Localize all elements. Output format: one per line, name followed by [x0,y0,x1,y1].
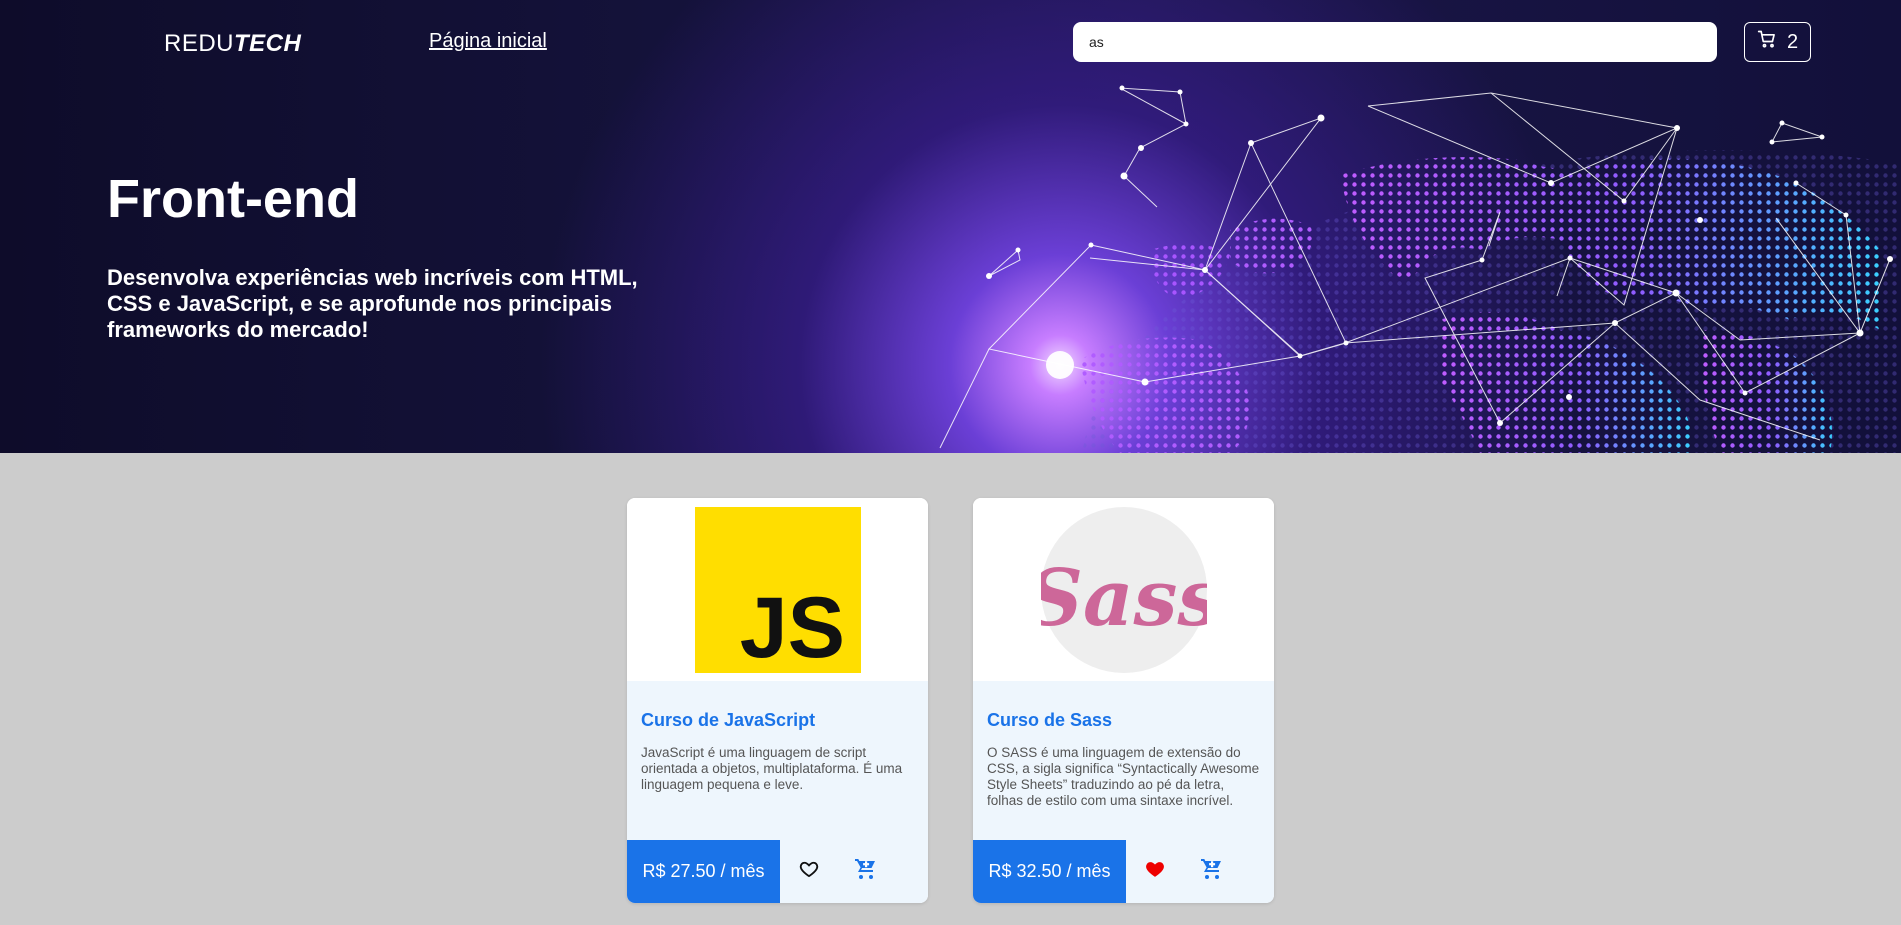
logo-text-redu: REDU [164,30,235,57]
heart-icon [799,859,819,884]
cart-count: 2 [1786,30,1799,53]
course-thumbnail: Sass [973,498,1274,681]
price-button[interactable]: R$ 27.50 / mês [627,840,780,903]
course-thumbnail: JS [627,498,928,681]
course-title[interactable]: Curso de JavaScript [641,710,815,731]
cart-button[interactable]: 2 [1744,22,1811,62]
price-button[interactable]: R$ 32.50 / mês [973,840,1126,903]
course-description: JavaScript é uma linguagem de script ori… [641,745,903,792]
hero-banner: REDUTECH Página inicial 2 Front-end Dese… [0,0,1901,453]
course-title[interactable]: Curso de Sass [987,710,1112,731]
add-to-cart-button[interactable] [1183,840,1240,903]
course-card-sass: Sass Curso de Sass O SASS é uma linguage… [973,498,1274,903]
search-input[interactable] [1073,22,1717,62]
sass-logo-text: Sass [1041,553,1207,644]
logo-text-tech: TECH [234,30,302,57]
course-description: O SASS é uma linguagem de extensão do CS… [987,745,1260,808]
nav-home-link[interactable]: Página inicial [429,30,547,53]
cart-icon [1757,29,1777,55]
add-to-cart-button[interactable] [837,840,894,903]
sass-logo: Sass [1040,506,1207,673]
add-to-cart-icon [1200,857,1224,886]
javascript-logo: JS [694,506,861,673]
hero-subtitle: Desenvolva experiências web incríveis co… [107,265,638,342]
favorite-button[interactable] [780,840,837,903]
hero-title: Front-end [107,169,359,229]
add-to-cart-icon [854,857,878,886]
favorite-button[interactable] [1126,840,1183,903]
course-card-javascript: JS Curso de JavaScript JavaScript é uma … [627,498,928,903]
javascript-logo-text: JS [739,580,844,673]
heart-filled-icon [1145,859,1165,884]
logo[interactable]: REDUTECH [164,30,301,58]
